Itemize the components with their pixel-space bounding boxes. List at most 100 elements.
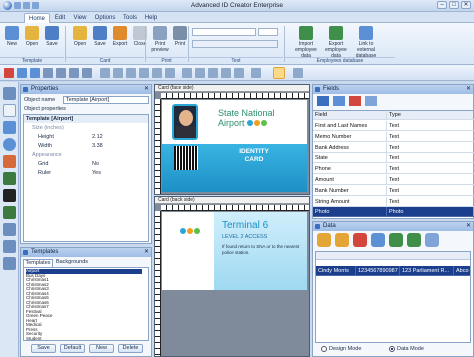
property-value[interactable]: Yes: [92, 169, 101, 177]
property-row[interactable]: Grid No: [24, 160, 148, 168]
card-title-line1[interactable]: State National: [218, 108, 275, 118]
shape-tool-icon[interactable]: [4, 68, 14, 78]
design-mode-radio[interactable]: [321, 346, 327, 352]
group-objects-icon[interactable]: [208, 68, 218, 78]
ribbon-button-open[interactable]: Open: [22, 26, 42, 56]
field-row[interactable]: Bank Address Text: [313, 142, 474, 153]
tab-view[interactable]: View: [71, 13, 89, 23]
field-row[interactable]: State Text: [313, 153, 474, 164]
design-mode-option[interactable]: Design Mode: [321, 346, 361, 352]
signature-tool-icon[interactable]: [3, 240, 16, 253]
field-row[interactable]: Photo Photo: [313, 207, 474, 218]
ribbon-button-new[interactable]: New: [2, 26, 22, 56]
card-title-line2[interactable]: Airport: [218, 118, 268, 128]
line-tool-icon[interactable]: [3, 223, 16, 236]
align-right-icon[interactable]: [126, 68, 136, 78]
ribbon-button-export-employee-data[interactable]: Export employee data: [322, 26, 350, 59]
lock-icon[interactable]: [234, 68, 244, 78]
ellipse-tool-icon[interactable]: [30, 68, 40, 78]
access-level[interactable]: LEVEL 2 ACCESS: [222, 234, 267, 241]
align-bottom-icon[interactable]: [165, 68, 175, 78]
bring-front-icon[interactable]: [182, 68, 192, 78]
refresh-record-icon[interactable]: [425, 233, 439, 247]
property-row[interactable]: Appearance: [24, 151, 148, 159]
field-row[interactable]: String Amount Text: [313, 196, 474, 207]
send-back-icon[interactable]: [195, 68, 205, 78]
magnetic-tool-icon[interactable]: [3, 257, 16, 270]
zoom-out-icon[interactable]: [293, 68, 303, 78]
font-select[interactable]: [192, 28, 256, 36]
search-record-icon[interactable]: [371, 233, 385, 247]
template-list[interactable]: Airport Bus Days Christmas1 Christmas2 Chris…: [23, 267, 149, 341]
close-button[interactable]: ✕: [461, 1, 471, 9]
align-middle-icon[interactable]: [152, 68, 162, 78]
field-name-cell[interactable]: Bank Number: [313, 185, 387, 196]
field-name-cell[interactable]: Bank Address: [313, 142, 387, 153]
property-row[interactable]: Ruler Yes: [24, 169, 148, 177]
data-cell-number[interactable]: 1234567890987: [356, 266, 400, 276]
object-name-select[interactable]: Template [Airport]: [63, 96, 149, 104]
ribbon-button-save[interactable]: Save: [90, 26, 110, 56]
barcode-tool-icon[interactable]: [3, 189, 16, 202]
data-cell-extra[interactable]: Abco: [454, 266, 470, 276]
align-center-icon[interactable]: [113, 68, 123, 78]
ribbon-button-close[interactable]: Close: [130, 26, 150, 56]
field-name-cell[interactable]: Phone: [313, 164, 387, 175]
image-tool-icon[interactable]: [3, 206, 16, 219]
field-type-cell[interactable]: Text: [387, 121, 474, 131]
zoom-fit-icon[interactable]: [273, 67, 285, 79]
field-row[interactable]: Memo Number Text: [313, 131, 474, 142]
ribbon-button-save[interactable]: Save: [42, 26, 62, 56]
photo-frame[interactable]: [172, 104, 198, 140]
card-back[interactable]: Terminal 6 LEVEL 2 ACCESS If found retur…: [162, 212, 307, 290]
tab-edit[interactable]: Edit: [52, 13, 68, 23]
text-format-bar[interactable]: [192, 40, 278, 48]
tab-help[interactable]: Help: [143, 13, 159, 23]
import-record-icon[interactable]: [389, 233, 403, 247]
close-pane-icon[interactable]: ✕: [466, 222, 471, 231]
barcode-tool-icon[interactable]: [82, 68, 92, 78]
add-record-icon[interactable]: [317, 233, 331, 247]
font-size-select[interactable]: [258, 28, 278, 36]
save-template-button[interactable]: Save: [31, 344, 56, 353]
property-row[interactable]: Width 3.38: [24, 142, 148, 150]
data-row[interactable]: Cindy Morris 1234567890987 123 Parliamen…: [316, 266, 470, 276]
field-type-cell[interactable]: Text: [387, 175, 474, 185]
delete-field-icon[interactable]: [349, 96, 361, 106]
close-pane-icon[interactable]: ✕: [144, 85, 149, 94]
qr-code[interactable]: [174, 146, 198, 170]
template-item[interactable]: Student: [26, 336, 142, 340]
field-type-cell[interactable]: Text: [387, 153, 474, 164]
tab-home[interactable]: Home: [24, 13, 50, 23]
circle-tool-icon[interactable]: [3, 138, 16, 151]
property-row[interactable]: Template [Airport]: [24, 115, 148, 123]
minimize-button[interactable]: –: [437, 1, 447, 9]
field-name-cell[interactable]: Memo Number: [313, 131, 387, 142]
photo-tool-icon[interactable]: [3, 172, 16, 185]
data-mode-radio[interactable]: [389, 346, 395, 352]
field-row[interactable]: Bank Number Text: [313, 185, 474, 196]
delete-record-icon[interactable]: [353, 233, 367, 247]
data-cell-name[interactable]: Cindy Morris: [316, 266, 356, 276]
rectangle-tool-icon[interactable]: [17, 68, 27, 78]
align-left-icon[interactable]: [100, 68, 110, 78]
column-header[interactable]: Type: [387, 111, 474, 120]
column-header[interactable]: Field: [313, 111, 387, 120]
draw-tool-icon[interactable]: [3, 155, 16, 168]
close-pane-icon[interactable]: ✕: [466, 85, 471, 94]
ribbon-button-print[interactable]: Print: [170, 26, 190, 56]
tab-options[interactable]: Options: [92, 13, 118, 23]
add-field-icon[interactable]: [317, 96, 329, 106]
edit-record-icon[interactable]: [335, 233, 349, 247]
ribbon-button-print-preview[interactable]: Print preview: [150, 26, 170, 56]
field-name-cell[interactable]: First and Last Names: [313, 121, 387, 131]
property-row[interactable]: Height 2.12: [24, 133, 148, 141]
export-record-icon[interactable]: [407, 233, 421, 247]
ribbon-button-import-employee-data[interactable]: Import employee data: [292, 26, 320, 59]
new-template-button[interactable]: New: [89, 344, 114, 353]
maximize-button[interactable]: □: [449, 1, 459, 9]
terminal-title[interactable]: Terminal 6: [222, 220, 268, 232]
identity-badge[interactable]: IDENTITY CARD: [232, 148, 276, 164]
default-template-button[interactable]: Default: [60, 344, 85, 353]
property-row[interactable]: Size (inches): [24, 124, 148, 132]
